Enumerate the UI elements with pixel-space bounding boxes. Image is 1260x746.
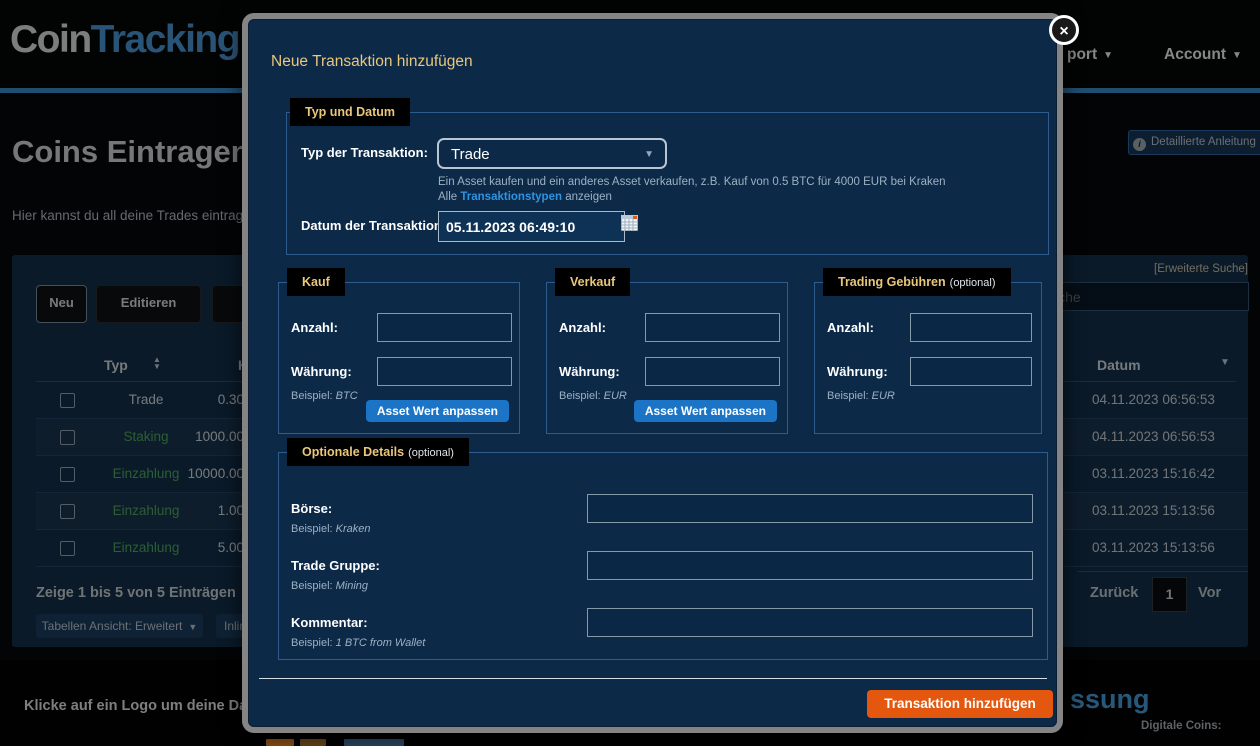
buy-adjust-asset-button[interactable]: Asset Wert anpassen [366, 400, 509, 422]
transaction-type-label: Typ der Transaktion: [301, 145, 428, 160]
buy-section: Kauf Anzahl: Währung: Beispiel: BTC Asse… [278, 282, 520, 434]
exchange-label: Börse: [291, 501, 332, 516]
close-icon[interactable]: × [1049, 15, 1079, 45]
fee-currency-input[interactable] [910, 357, 1032, 386]
fee-currency-label: Währung: [827, 364, 888, 379]
sell-example: Beispiel: EUR [559, 390, 627, 402]
add-transaction-dialog: × Neue Transaktion hinzufügen Typ und Da… [242, 13, 1063, 733]
trade-group-label: Trade Gruppe: [291, 558, 380, 573]
buy-example: Beispiel: BTC [291, 390, 358, 402]
fee-amount-input[interactable] [910, 313, 1032, 342]
buy-currency-label: Währung: [291, 364, 352, 379]
transaction-types-link[interactable]: Transaktionstypen [460, 191, 562, 203]
fee-section: Trading Gebühren(optional) Anzahl: Währu… [814, 282, 1042, 434]
sell-amount-label: Anzahl: [559, 320, 606, 335]
sell-currency-label: Währung: [559, 364, 620, 379]
type-help-text: Ein Asset kaufen und ein anderes Asset v… [438, 176, 946, 188]
transaction-date-label: Datum der Transaktion: [301, 218, 446, 233]
buy-currency-input[interactable] [377, 357, 512, 386]
screen: CoinTracking port▼ Account▼ Coins Eintra… [0, 0, 1260, 746]
buy-amount-input[interactable] [377, 313, 512, 342]
comment-example: Beispiel: 1 BTC from Wallet [291, 637, 425, 649]
section-label: Optionale Details(optional) [287, 438, 469, 466]
exchange-input[interactable] [587, 494, 1033, 523]
dialog-content: Neue Transaktion hinzufügen Typ und Datu… [248, 19, 1057, 727]
section-label: Verkauf [555, 268, 630, 296]
sell-adjust-asset-button[interactable]: Asset Wert anpassen [634, 400, 777, 422]
sell-currency-input[interactable] [645, 357, 780, 386]
section-label: Trading Gebühren(optional) [823, 268, 1011, 296]
type-date-section: Typ und Datum Typ der Transaktion: Trade… [286, 112, 1049, 255]
sell-amount-input[interactable] [645, 313, 780, 342]
trade-group-example: Beispiel: Mining [291, 580, 368, 592]
chevron-down-icon: ▼ [644, 140, 654, 169]
calendar-icon[interactable] [621, 215, 638, 231]
sell-section: Verkauf Anzahl: Währung: Beispiel: EUR A… [546, 282, 788, 434]
optional-details-section: Optionale Details(optional) Börse: Beisp… [278, 452, 1048, 660]
trade-group-input[interactable] [587, 551, 1033, 580]
add-transaction-button[interactable]: Transaktion hinzufügen [867, 690, 1053, 718]
comment-input[interactable] [587, 608, 1033, 637]
fee-amount-label: Anzahl: [827, 320, 874, 335]
buy-amount-label: Anzahl: [291, 320, 338, 335]
fee-example: Beispiel: EUR [827, 390, 895, 402]
dialog-title: Neue Transaktion hinzufügen [271, 53, 473, 71]
exchange-example: Beispiel: Kraken [291, 523, 371, 535]
transaction-date-input[interactable] [438, 211, 625, 242]
section-label: Typ und Datum [290, 98, 410, 126]
type-help-line2: Alle Transaktionstypen anzeigen [438, 191, 612, 203]
footer-divider [259, 678, 1047, 679]
section-label: Kauf [287, 268, 345, 296]
comment-label: Kommentar: [291, 615, 368, 630]
transaction-type-select[interactable]: Trade▼ [437, 138, 667, 169]
